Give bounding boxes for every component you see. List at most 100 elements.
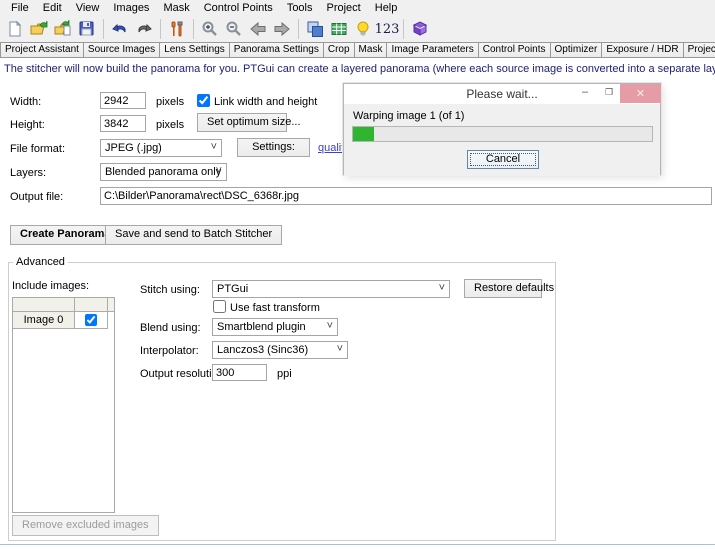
options-button[interactable] [165,18,189,40]
progress-bar [352,126,653,142]
chevron-down-icon: ˅ [337,343,343,355]
please-wait-dialog: Please wait... – ❒ ✕ Warping image 1 (of… [343,83,661,175]
output-resolution-input[interactable] [212,364,267,381]
include-images-label: Include images: [12,280,89,292]
layers-icon [306,20,324,38]
toolbar-separator [298,19,299,39]
tab-bar: Project Assistant Source Images Lens Set… [0,42,715,58]
layers-select[interactable]: Blended panorama only˅ [100,163,227,181]
tab-project-assistant[interactable]: Project Assistant [0,42,84,58]
tab-project-settings[interactable]: Project Settings [684,42,715,58]
menu-view[interactable]: View [69,1,107,15]
redo-button[interactable] [132,18,156,40]
use-fast-transform-checkbox[interactable] [213,300,226,313]
interpolator-select[interactable]: Lanczos3 (Sinc36)˅ [212,341,348,359]
menu-project[interactable]: Project [320,1,368,15]
tab-optimizer[interactable]: Optimizer [551,42,603,58]
tab-image-parameters[interactable]: Image Parameters [387,42,478,58]
toolbar: 123 [0,16,715,42]
arrow-left-icon [249,20,267,38]
use-fast-transform-label: Use fast transform [230,302,320,314]
height-input[interactable] [100,115,146,132]
stitcher-info-text: The stitcher will now build the panorama… [4,63,715,75]
lightbulb-icon [354,20,372,38]
progress-fill [353,127,374,141]
stitch-using-select[interactable]: PTGui ˅ [212,280,450,298]
cancel-button[interactable]: Cancel [467,150,539,169]
remove-excluded-images-button[interactable]: Remove excluded images [12,515,159,536]
image-name-cell: Image 0 [13,312,75,329]
open-folder-icon [30,20,48,38]
menu-file[interactable]: File [4,1,36,15]
zoom-in-icon [201,20,219,38]
table-icon [330,20,348,38]
next-image-button[interactable] [270,18,294,40]
file-format-select[interactable]: JPEG (.jpg)˅ [100,139,222,157]
tab-source-images[interactable]: Source Images [84,42,160,58]
numerical-transform-button[interactable]: 123 [375,18,399,40]
save-batch-stitcher-button[interactable]: Save and send to Batch Stitcher [105,225,282,245]
output-file-label: Output file: [10,191,63,203]
menu-images[interactable]: Images [106,1,156,15]
advanced-legend: Advanced [13,256,68,268]
tab-panorama-settings[interactable]: Panorama Settings [230,42,324,58]
dialog-titlebar[interactable]: Please wait... – ❒ ✕ [344,84,660,104]
menu-control-points[interactable]: Control Points [197,1,280,15]
table-header-filler [108,298,114,312]
menu-mask[interactable]: Mask [156,1,196,15]
width-unit-label: pixels [156,96,184,108]
tab-control-points[interactable]: Control Points [479,42,551,58]
zoom-out-button[interactable] [222,18,246,40]
folder-page-icon [54,20,72,38]
width-label: Width: [10,96,41,108]
panorama-editor-button[interactable] [303,18,327,40]
link-width-height-label: Link width and height [214,96,317,108]
menu-help[interactable]: Help [368,1,405,15]
book-icon [411,20,429,38]
add-images-button[interactable] [51,18,75,40]
blend-using-select[interactable]: Smartblend plugin˅ [212,318,338,336]
width-input[interactable] [100,92,146,109]
maximize-icon: ❒ [605,87,613,97]
menu-tools[interactable]: Tools [280,1,320,15]
table-row: Image 0 [13,312,114,329]
help-button[interactable] [408,18,432,40]
close-button[interactable]: ✕ [620,84,661,103]
tab-lens-settings[interactable]: Lens Settings [160,42,230,58]
minimize-button[interactable]: – [574,84,596,103]
undo-icon [111,20,129,38]
interpolator-label: Interpolator: [140,345,199,357]
redo-icon [135,20,153,38]
toolbar-separator [403,19,404,39]
chevron-down-icon: ˅ [439,282,445,294]
format-settings-button[interactable]: Settings: [237,138,310,157]
set-optimum-size-button[interactable]: Set optimum size... [197,113,287,132]
blend-using-label: Blend using: [140,322,201,334]
chevron-down-icon: ˅ [327,320,333,332]
toolbar-separator [160,19,161,39]
open-project-button[interactable] [27,18,51,40]
zoom-in-button[interactable] [198,18,222,40]
tab-mask[interactable]: Mask [355,42,388,58]
menu-edit[interactable]: Edit [36,1,69,15]
minimize-icon: – [582,86,588,98]
image-include-checkbox[interactable] [85,314,97,326]
tab-crop[interactable]: Crop [324,42,355,58]
arrow-right-icon [273,20,291,38]
previous-image-button[interactable] [246,18,270,40]
stitch-using-value: PTGui [217,283,248,295]
maximize-button[interactable]: ❒ [598,84,620,103]
chevron-down-icon: ˅ [211,141,217,153]
toolbar-separator [103,19,104,39]
undo-button[interactable] [108,18,132,40]
save-project-button[interactable] [75,18,99,40]
link-width-height-checkbox[interactable] [197,94,210,107]
restore-defaults-button[interactable]: Restore defaults [464,279,542,298]
layers-value: Blended panorama only [105,166,221,178]
create-panorama-button[interactable]: Create Panorama [10,225,121,245]
detail-viewer-button[interactable] [327,18,351,40]
new-project-button[interactable] [3,18,27,40]
tab-exposure-hdr[interactable]: Exposure / HDR [602,42,683,58]
layers-label: Layers: [10,167,46,179]
output-file-input[interactable] [100,187,712,205]
